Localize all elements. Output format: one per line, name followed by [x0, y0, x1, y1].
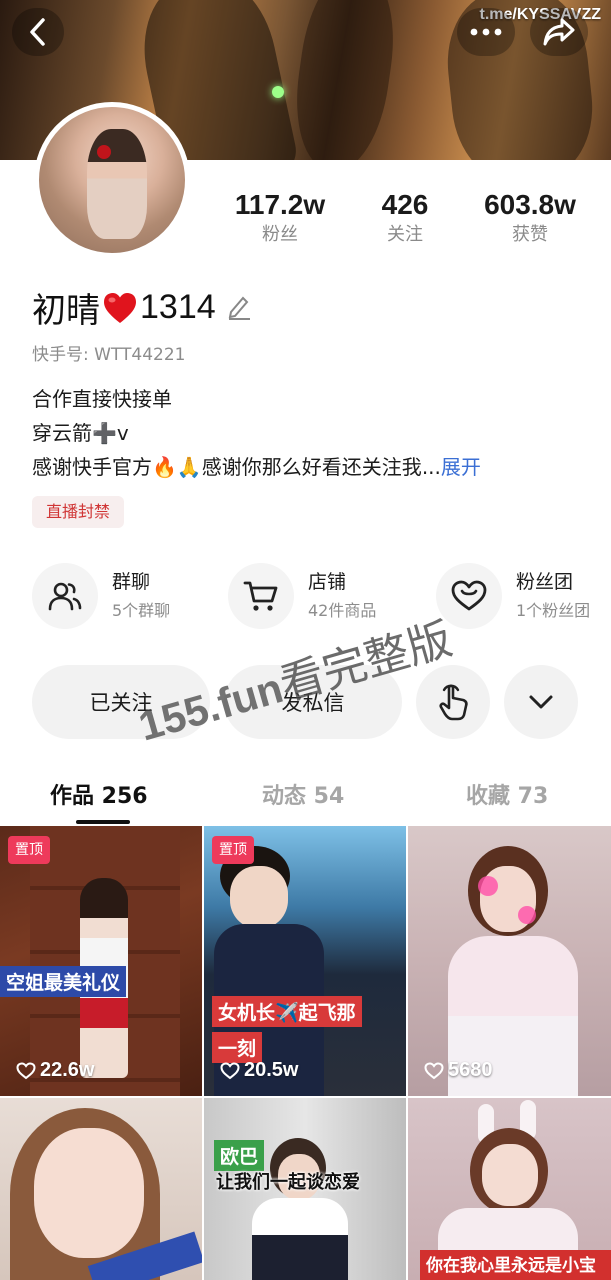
stat-likes[interactable]: 603.8w 获赞 [460, 188, 600, 248]
chevron-left-icon [30, 18, 45, 46]
video-caption: 空姐最美礼仪 [0, 966, 127, 997]
like-count-value: 22.6w [40, 1059, 95, 1081]
profile-name-part1: 初晴 [32, 292, 100, 330]
pencil-edit-icon[interactable] [226, 292, 252, 324]
profile-name-row: 初晴 1314 [32, 283, 252, 332]
video-thumbnail[interactable]: 置顶 空姐最美礼仪 22.6w [0, 826, 202, 1096]
stat-value: 603.8w [484, 189, 576, 220]
heart-outline-icon [436, 563, 502, 629]
stat-label: 粉丝 [262, 224, 298, 245]
heart-outline-icon [424, 1061, 444, 1079]
red-heart-icon [102, 291, 138, 325]
stat-value: 117.2w [234, 189, 326, 220]
more-button[interactable] [457, 8, 515, 56]
stats-row: 117.2w 粉丝 426 关注 603.8w 获赞 [210, 188, 600, 248]
feature-group-chat[interactable]: 群聊 5个群聊 [32, 563, 170, 629]
feature-title: 粉丝团 [516, 571, 574, 593]
video-caption-line2: 让我们一起谈恋爱 [216, 1172, 360, 1193]
feature-subtitle: 1个粉丝团 [516, 601, 591, 620]
expand-more-button[interactable] [504, 665, 578, 739]
bio-line: 穿云箭➕v [32, 421, 129, 445]
tab-favorites[interactable]: 收藏 73 [466, 778, 548, 810]
bio-line-last: 感谢快手官方🔥🙏感谢你那么好看还关注我...展开 [32, 450, 481, 484]
profile-name-part2: 1314 [140, 288, 216, 326]
pinned-badge: 置顶 [8, 836, 50, 864]
bio-ellipsis: ... [421, 455, 441, 479]
bio-line: 感谢快手官方🔥🙏感谢你那么好看还关注我 [32, 455, 422, 479]
more-dots-icon [470, 28, 502, 36]
live-ban-badge: 直播封禁 [32, 496, 125, 528]
tab-moments[interactable]: 动态 54 [262, 778, 344, 810]
feature-title: 店铺 [308, 571, 347, 593]
stat-label: 获赞 [512, 224, 548, 245]
video-thumbnail[interactable]: 5680 [408, 826, 611, 1096]
like-count: 5680 [424, 1059, 493, 1082]
bio-line: 合作直接快接单 [32, 387, 172, 411]
video-caption: 你在我心里永远是小宝贝 [420, 1250, 611, 1280]
share-button[interactable] [530, 8, 588, 56]
video-caption: 欧巴 [214, 1140, 265, 1171]
video-thumbnail[interactable]: 你在我心里永远是小宝贝 [408, 1098, 611, 1280]
share-arrow-icon [543, 18, 575, 46]
video-thumbnail[interactable]: 欧巴 让我们一起谈恋爱 [204, 1098, 406, 1280]
like-count: 22.6w [16, 1059, 94, 1082]
video-thumbnail[interactable] [0, 1098, 202, 1280]
feature-subtitle: 5个群聊 [112, 601, 171, 620]
profile-bio: 合作直接快接单 穿云箭➕v 感谢快手官方🔥🙏感谢你那么好看还关注我...展开 [32, 382, 481, 484]
pinned-badge: 置顶 [212, 836, 254, 864]
feature-subtitle: 42件商品 [308, 601, 377, 620]
heart-outline-icon [220, 1061, 240, 1079]
stat-label: 关注 [387, 224, 423, 245]
feature-shop[interactable]: 店铺 42件商品 [228, 563, 376, 629]
video-thumbnail[interactable]: 置顶 女机长✈️起飞那 一刻 20.5w [204, 826, 406, 1096]
poke-button[interactable] [416, 665, 490, 739]
like-count-value: 5680 [448, 1059, 493, 1081]
tab-works[interactable]: 作品 256 [50, 778, 148, 810]
stat-fans[interactable]: 117.2w 粉丝 [210, 188, 350, 248]
feature-fan-club[interactable]: 粉丝团 1个粉丝团 [436, 563, 590, 629]
group-icon [32, 563, 98, 629]
heart-outline-icon [16, 1061, 36, 1079]
cart-icon [228, 563, 294, 629]
chevron-down-icon [529, 695, 553, 709]
video-caption: 女机长✈️起飞那 [212, 996, 362, 1027]
like-count: 20.5w [220, 1059, 298, 1082]
stat-value: 426 [381, 189, 429, 220]
back-button[interactable] [12, 8, 64, 56]
active-tab-indicator [76, 820, 130, 824]
stat-following[interactable]: 426 关注 [350, 188, 460, 248]
feature-title: 群聊 [112, 571, 151, 593]
kwai-id: 快手号: WTT44221 [32, 345, 186, 365]
finger-tap-icon [439, 684, 468, 721]
avatar[interactable] [34, 102, 190, 258]
expand-bio-link[interactable]: 展开 [441, 455, 481, 479]
like-count-value: 20.5w [244, 1059, 299, 1081]
